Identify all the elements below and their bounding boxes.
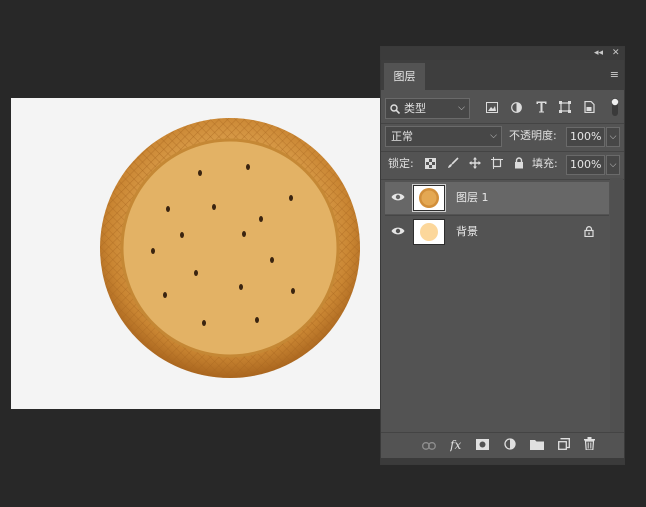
lock-paint-icon[interactable] — [447, 157, 459, 169]
search-icon — [390, 104, 400, 114]
new-group-icon[interactable] — [530, 439, 544, 450]
fx-icon[interactable]: fx — [450, 438, 465, 452]
adjustment-layer-icon[interactable] — [504, 438, 517, 451]
delete-layer-icon[interactable] — [584, 437, 595, 450]
layer-row[interactable]: 图层 1 — [385, 182, 609, 214]
fill-label: 填充: — [532, 157, 558, 170]
lock-position-icon[interactable] — [469, 157, 481, 169]
layers-bottom-toolbar: fx — [381, 432, 624, 459]
pixel-filter-icon[interactable] — [486, 102, 498, 113]
new-layer-icon[interactable] — [558, 438, 570, 450]
layers-scrollbar[interactable] — [610, 178, 623, 433]
separator — [381, 151, 624, 152]
blend-mode-dropdown[interactable]: 正常 ⌵ — [385, 126, 502, 147]
link-layers-icon[interactable] — [422, 442, 436, 450]
opacity-input[interactable]: 100% — [566, 127, 605, 147]
layer-thumbnail — [412, 184, 446, 212]
layers-panel: ◂◂ ✕ 图层 ≡ 类型 ⌵ 正常 ⌵ 不透明度: 100% ⌵ 锁定: 填充:… — [380, 46, 625, 465]
lock-all-icon[interactable] — [514, 157, 524, 169]
biscuit-thumbnail-icon — [419, 188, 439, 208]
smart-object-filter-icon[interactable] — [584, 101, 595, 113]
panel-resize-handle[interactable] — [381, 458, 624, 464]
layer-name[interactable]: 图层 1 — [456, 182, 489, 214]
opacity-slider-button[interactable]: ⌵ — [606, 127, 620, 147]
panel-tab-bar: 图层 ≡ — [381, 60, 624, 90]
separator — [381, 123, 624, 124]
chevron-down-icon: ⌵ — [490, 131, 497, 141]
layer-thumbnail — [413, 219, 445, 245]
lock-icon — [584, 226, 594, 237]
layer-row[interactable]: 背景 — [385, 215, 609, 248]
close-panel-button[interactable]: ✕ — [612, 47, 620, 60]
separator — [381, 179, 624, 180]
eye-icon[interactable] — [391, 226, 405, 236]
panel-header-strip: ◂◂ ✕ — [381, 47, 624, 60]
add-mask-icon[interactable] — [476, 439, 489, 450]
tab-layers[interactable]: 图层 — [384, 63, 425, 90]
document-canvas[interactable] — [11, 98, 381, 409]
shape-filter-icon[interactable] — [559, 101, 571, 113]
chevron-down-icon: ⌵ — [458, 103, 465, 113]
panel-menu-button[interactable]: ≡ — [610, 69, 619, 80]
lock-label: 锁定: — [388, 157, 414, 170]
filter-kind-dropdown[interactable]: 类型 ⌵ — [385, 98, 470, 119]
background-thumbnail-icon — [420, 223, 438, 241]
fill-slider-button[interactable]: ⌵ — [606, 155, 620, 175]
adjustment-filter-icon[interactable] — [511, 102, 522, 113]
opacity-label: 不透明度: — [509, 129, 557, 142]
svg-text:fx: fx — [450, 438, 461, 452]
filter-kind-label: 类型 — [404, 102, 426, 115]
lock-artboard-icon[interactable] — [491, 157, 503, 169]
filter-toggle-icon[interactable] — [611, 97, 619, 117]
collapse-panel-button[interactable]: ◂◂ — [594, 47, 603, 60]
type-filter-icon[interactable] — [536, 101, 547, 113]
biscuit-image — [100, 118, 360, 378]
lock-transparent-icon[interactable] — [425, 158, 436, 169]
eye-icon[interactable] — [391, 192, 405, 202]
fill-input[interactable]: 100% — [566, 155, 605, 175]
layer-name[interactable]: 背景 — [456, 216, 478, 248]
blend-mode-value: 正常 — [391, 130, 413, 143]
